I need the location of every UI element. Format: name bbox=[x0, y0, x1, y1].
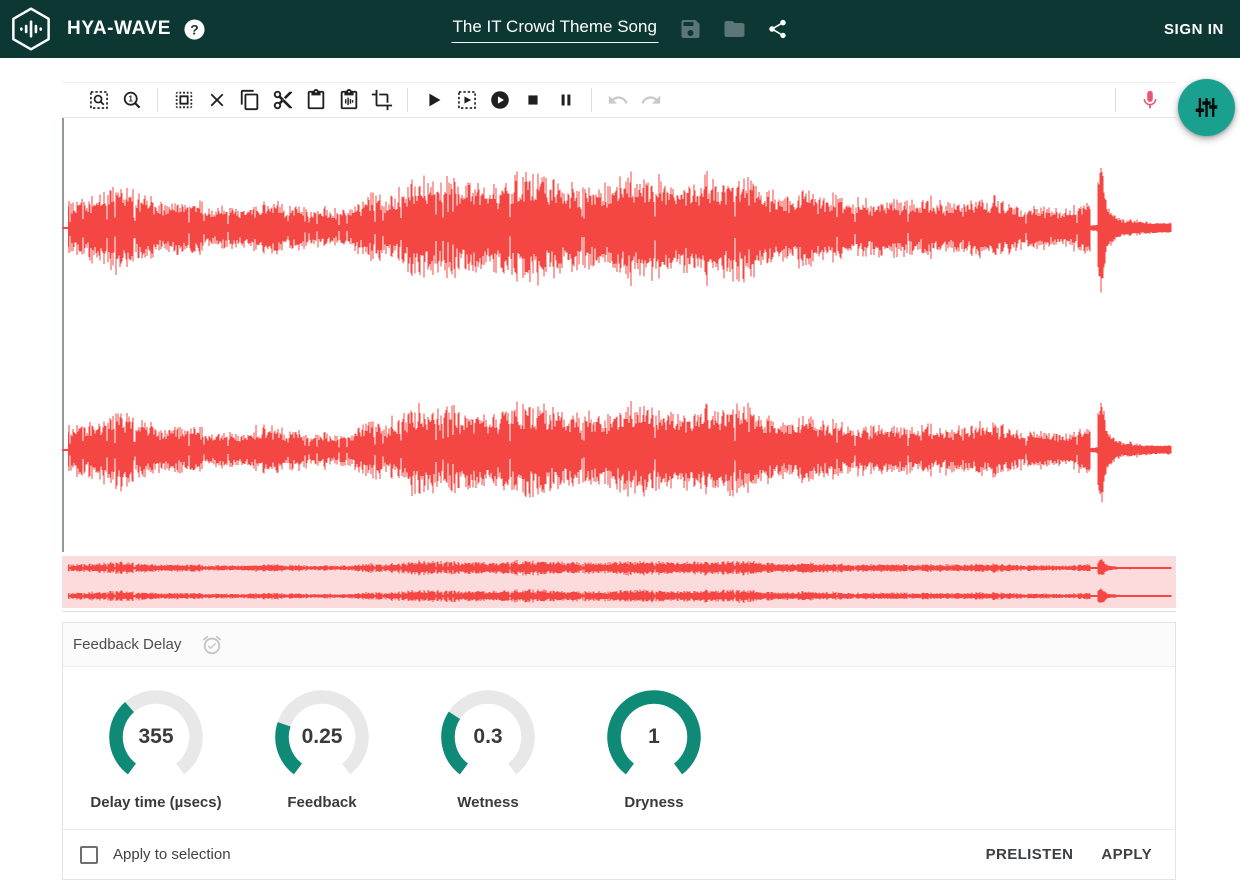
effects-fab-button[interactable] bbox=[1178, 79, 1235, 136]
zoom-selection-icon bbox=[88, 89, 110, 111]
toolbar-separator bbox=[1115, 88, 1116, 112]
cut-icon bbox=[272, 89, 294, 111]
playhead-cursor[interactable] bbox=[62, 118, 64, 552]
share-button[interactable] bbox=[767, 18, 789, 40]
hya-wave-logo-icon bbox=[8, 6, 54, 52]
apply-to-selection-checkbox[interactable] bbox=[80, 846, 98, 864]
save-button[interactable] bbox=[679, 17, 703, 41]
record-microphone-button[interactable] bbox=[1133, 83, 1166, 117]
crop-button[interactable] bbox=[365, 83, 398, 117]
select-all-icon bbox=[173, 89, 195, 111]
play-button[interactable] bbox=[417, 83, 450, 117]
toolbar: 1 bbox=[62, 82, 1176, 118]
clear-selection-button[interactable] bbox=[200, 83, 233, 117]
sign-in-button[interactable]: SIGN IN bbox=[1164, 0, 1224, 58]
svg-text:1: 1 bbox=[128, 95, 133, 104]
apply-button[interactable]: APPLY bbox=[1095, 846, 1158, 863]
waveform-channel-2 bbox=[68, 401, 1171, 503]
effect-title: Feedback Delay bbox=[73, 636, 181, 653]
help-button[interactable]: ? bbox=[183, 18, 206, 41]
minimap-divider bbox=[62, 611, 1176, 612]
project-title-group bbox=[452, 0, 789, 58]
zoom-selection-button[interactable] bbox=[82, 83, 115, 117]
waveform-channel-1 bbox=[68, 168, 1171, 293]
knob-feedback-gauge: 0.25 bbox=[274, 689, 370, 785]
knob-delay-time-label: Delay time (µsecs) bbox=[90, 794, 221, 811]
knob-dryness-gauge: 1 bbox=[606, 689, 702, 785]
play-all-button[interactable] bbox=[483, 83, 516, 117]
help-circle-icon: ? bbox=[183, 18, 206, 41]
knob-wetness-label: Wetness bbox=[457, 794, 518, 811]
toolbar-separator bbox=[407, 88, 408, 112]
effect-panel-header: Feedback Delay bbox=[63, 623, 1175, 667]
knob-feedback[interactable]: 0.25 Feedback bbox=[259, 689, 385, 811]
svg-text:?: ? bbox=[190, 21, 198, 37]
paste-mix-button[interactable] bbox=[332, 83, 365, 117]
pause-button[interactable] bbox=[549, 83, 582, 117]
play-selection-button[interactable] bbox=[450, 83, 483, 117]
folder-icon bbox=[723, 17, 747, 41]
app-name: HYA-WAVE bbox=[67, 18, 171, 40]
select-all-button[interactable] bbox=[167, 83, 200, 117]
redo-button bbox=[634, 83, 667, 117]
alarm-check-icon bbox=[201, 634, 223, 656]
zoom-reset-button[interactable]: 1 bbox=[115, 83, 148, 117]
save-floppy-icon bbox=[679, 17, 703, 41]
waveform-display[interactable] bbox=[68, 118, 1172, 552]
undo-button bbox=[601, 83, 634, 117]
toolbar-separator bbox=[157, 88, 158, 112]
knob-feedback-label: Feedback bbox=[287, 794, 356, 811]
knob-wetness-gauge: 0.3 bbox=[440, 689, 536, 785]
microphone-icon bbox=[1139, 89, 1161, 111]
paste-mix-icon bbox=[338, 89, 360, 111]
pause-icon bbox=[555, 89, 577, 111]
minimap-overview[interactable] bbox=[62, 556, 1176, 608]
knob-delay-time-gauge: 355 bbox=[108, 689, 204, 785]
crop-icon bbox=[371, 89, 393, 111]
app-root: HYA-WAVE ? SIGN IN 1 bbox=[0, 0, 1240, 889]
waveform-editor[interactable] bbox=[62, 118, 1176, 552]
knob-delay-time-value: 355 bbox=[108, 689, 204, 785]
zoom-reset-icon: 1 bbox=[121, 89, 143, 111]
paste-icon bbox=[305, 89, 327, 111]
copy-button[interactable] bbox=[233, 83, 266, 117]
open-file-button[interactable] bbox=[723, 17, 747, 41]
knob-dryness-label: Dryness bbox=[624, 794, 683, 811]
tune-sliders-icon bbox=[1193, 94, 1220, 121]
share-icon bbox=[767, 18, 789, 40]
play-icon bbox=[423, 89, 445, 111]
undo-icon bbox=[607, 89, 629, 111]
toolbar-separator bbox=[591, 88, 592, 112]
prelisten-button[interactable]: PRELISTEN bbox=[980, 846, 1080, 863]
knob-delay-time[interactable]: 355 Delay time (µsecs) bbox=[93, 689, 219, 811]
effect-panel-footer: Apply to selection PRELISTEN APPLY bbox=[63, 829, 1175, 879]
paste-button[interactable] bbox=[299, 83, 332, 117]
stop-icon bbox=[522, 89, 544, 111]
copy-icon bbox=[239, 89, 261, 111]
knob-dryness-value: 1 bbox=[606, 689, 702, 785]
minimap-waveform bbox=[68, 556, 1172, 608]
knob-wetness-value: 0.3 bbox=[440, 689, 536, 785]
play-all-icon bbox=[489, 89, 511, 111]
play-selection-icon bbox=[456, 89, 478, 111]
apply-to-selection-label: Apply to selection bbox=[113, 846, 231, 863]
app-header: HYA-WAVE ? SIGN IN bbox=[0, 0, 1240, 58]
effect-panel: Feedback Delay 355 Delay time (µsecs) 0.25… bbox=[62, 622, 1176, 880]
clear-selection-icon bbox=[206, 89, 228, 111]
redo-icon bbox=[640, 89, 662, 111]
knob-row: 355 Delay time (µsecs) 0.25 Feedback 0.3 Wetn… bbox=[63, 667, 1175, 811]
knob-feedback-value: 0.25 bbox=[274, 689, 370, 785]
knob-dryness[interactable]: 1 Dryness bbox=[591, 689, 717, 811]
project-title-input[interactable] bbox=[452, 15, 659, 43]
stop-button[interactable] bbox=[516, 83, 549, 117]
cut-button[interactable] bbox=[266, 83, 299, 117]
knob-wetness[interactable]: 0.3 Wetness bbox=[425, 689, 551, 811]
